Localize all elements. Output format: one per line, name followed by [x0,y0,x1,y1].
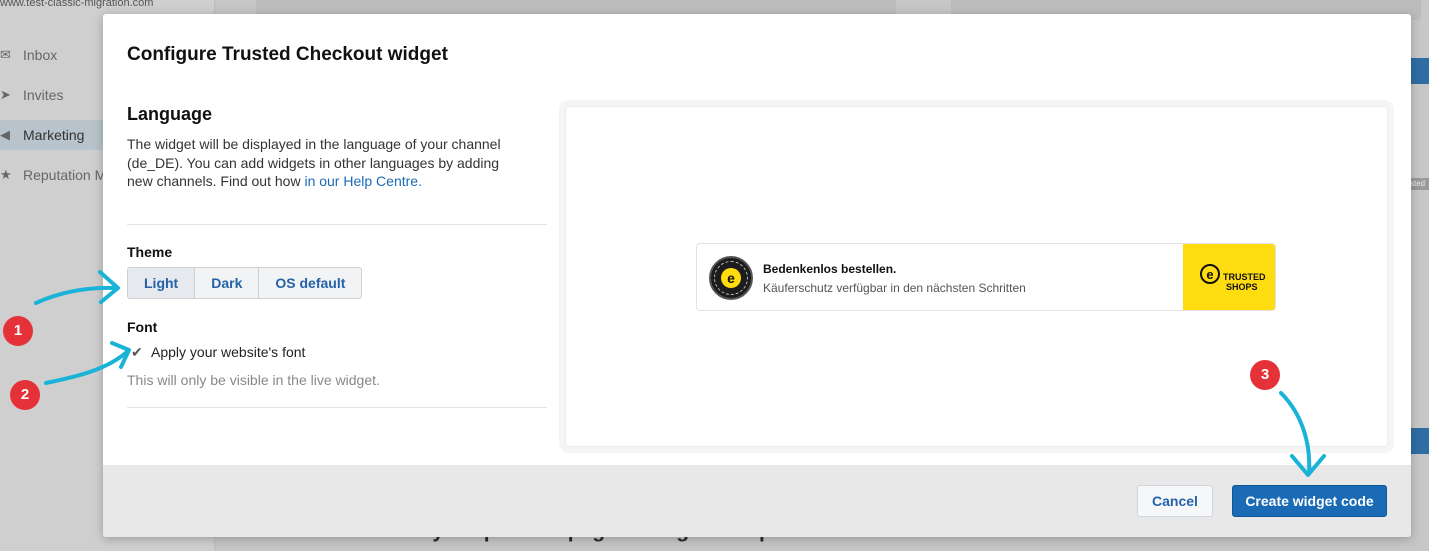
apply-font-checkbox[interactable]: ✔ Apply your website's font [127,344,547,361]
language-heading: Language [127,104,213,124]
trusted-checkout-widget: e Bedenkenlos bestellen. Käuferschutz ve… [696,243,1276,311]
widget-subtitle: Käuferschutz verfügbar in den nächsten S… [763,281,1026,295]
annotation-badge-2: 2 [10,380,40,410]
help-centre-link[interactable]: in our Help Centre. [304,173,422,189]
theme-selector: Light Dark OS default [127,266,363,299]
megaphone-icon: ◀ [0,127,10,142]
settings-panel: Language The widget will be displayed in… [127,104,547,408]
send-icon: ➤ [0,87,11,102]
apply-font-label: Apply your website's font [151,344,306,360]
create-widget-code-button[interactable]: Create widget code [1232,485,1387,517]
theme-label: Theme [127,243,173,260]
theme-os-default-button[interactable]: OS default [259,267,362,298]
divider [127,406,547,408]
trustmark-seal-icon: e [709,256,753,300]
widget-title: Bedenkenlos bestellen. [763,262,897,276]
sidebar-item-label: Reputation M [23,167,107,183]
sidebar-item-label: Inbox [23,47,58,63]
annotation-badge-1: 1 [3,316,33,346]
modal-title: Configure Trusted Checkout widget [127,44,448,65]
widget-preview: e Bedenkenlos bestellen. Käuferschutz ve… [565,106,1388,447]
font-label: Font [127,318,158,335]
theme-light-button[interactable]: Light [128,267,196,298]
checkmark-icon: ✔ [131,343,143,360]
trusted-shops-e-icon: e [1200,264,1220,284]
inbox-icon: ✉ [0,47,11,62]
site-url: www.test-classic-migration.com [0,0,154,9]
modal-footer: Cancel Create widget code [103,465,1411,537]
sidebar-item-label: Marketing [23,127,85,143]
language-description: The widget will be displayed in the lang… [127,135,527,191]
sidebar-item-label: Invites [23,87,64,103]
star-icon: ★ [0,167,12,182]
theme-dark-button[interactable]: Dark [195,267,260,298]
trusted-shops-logo: e TRUSTED SHOPS [1183,244,1275,310]
annotation-badge-3: 3 [1250,360,1280,390]
font-hint: This will only be visible in the live wi… [127,371,380,388]
divider [127,223,547,225]
trustmark-letter: e [721,268,741,288]
configure-widget-modal: Configure Trusted Checkout widget Langua… [103,14,1411,537]
trusted-shops-logo-text: TRUSTED SHOPS [1223,272,1266,292]
cancel-button[interactable]: Cancel [1137,485,1213,517]
